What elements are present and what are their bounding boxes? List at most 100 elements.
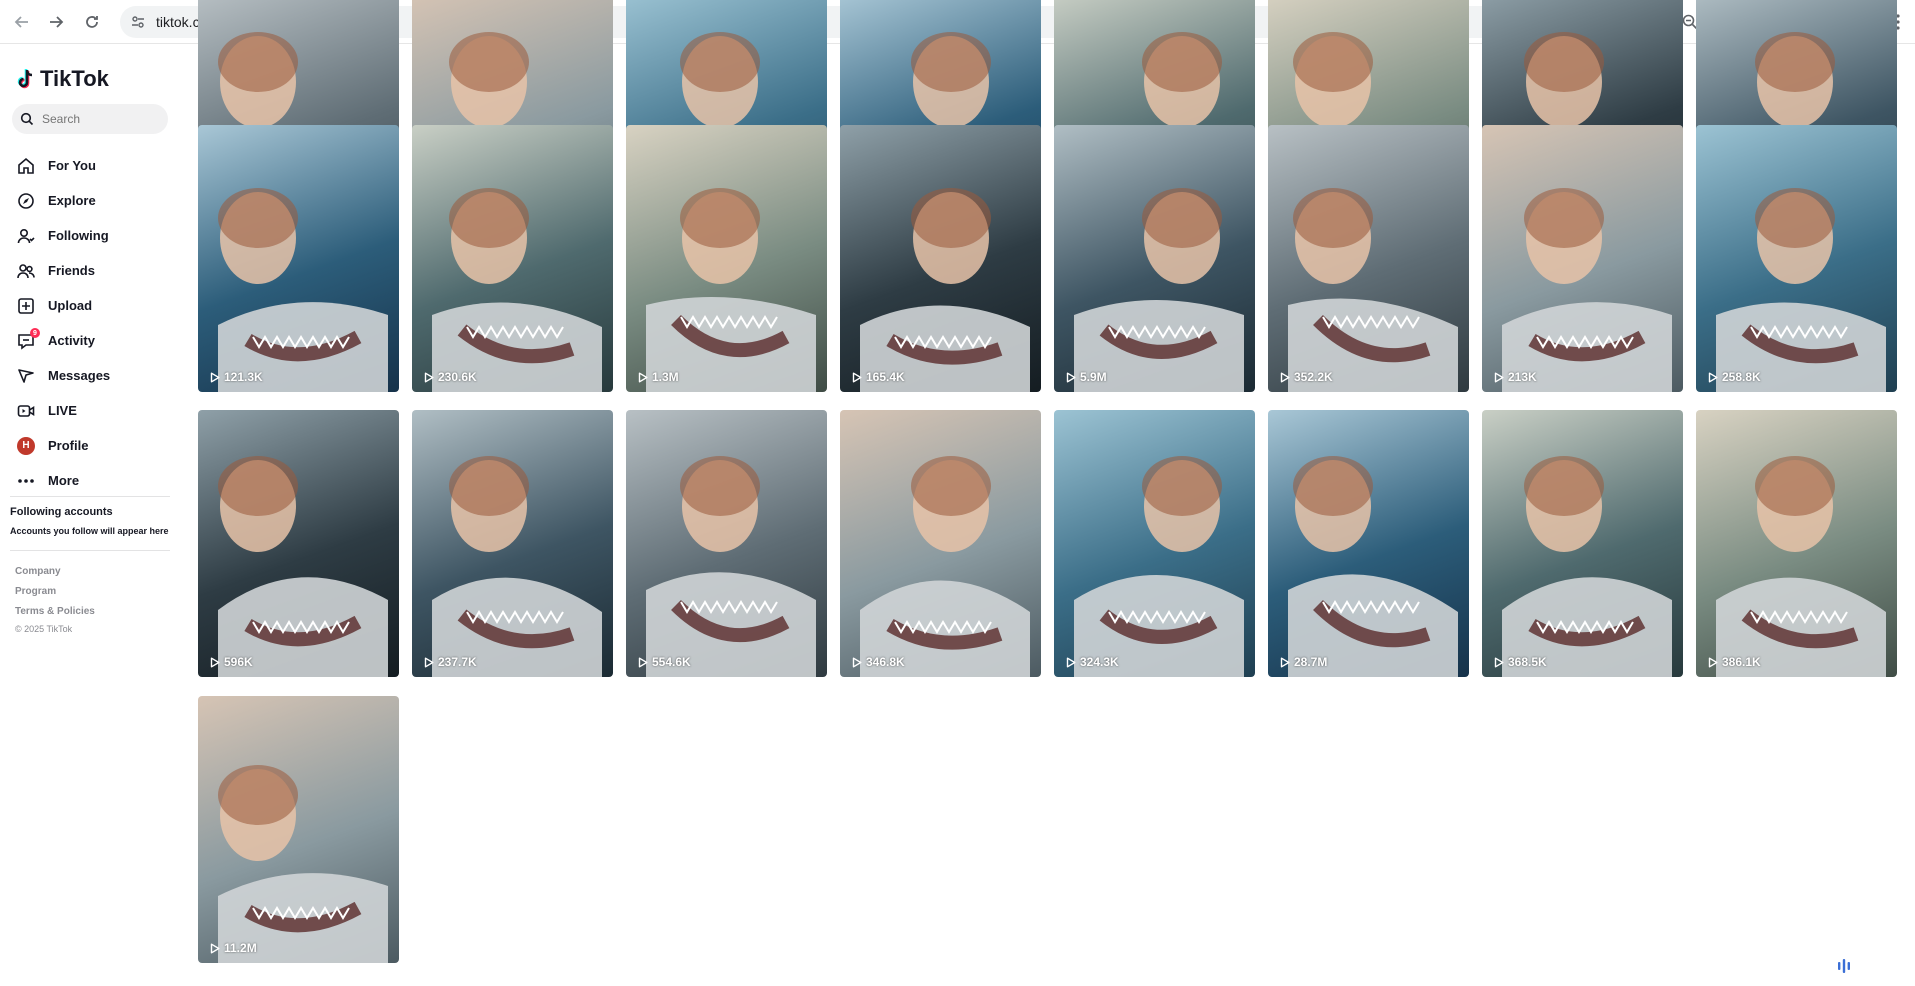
- play-icon: [1494, 657, 1504, 667]
- play-icon: [424, 372, 434, 382]
- view-count-value: 213K: [1508, 370, 1537, 384]
- play-icon: [638, 372, 648, 382]
- view-count: 237.7K: [424, 655, 477, 669]
- view-count-value: 352.2K: [1294, 370, 1333, 384]
- view-count: 230.6K: [424, 370, 477, 384]
- sidebar-item-following[interactable]: Following: [0, 218, 180, 253]
- accessibility-icon[interactable]: [1832, 954, 1856, 978]
- video-card[interactable]: 230.6K: [412, 125, 613, 392]
- sidebar-item-label: Upload: [48, 298, 93, 313]
- video-card[interactable]: 352.2K: [1268, 125, 1469, 392]
- search-icon: [20, 112, 34, 126]
- play-icon: [852, 372, 862, 382]
- sidebar-item-label: Activity: [48, 333, 95, 348]
- video-card[interactable]: 346.8K: [840, 410, 1041, 677]
- reload-button[interactable]: [78, 8, 106, 36]
- play-icon: [1494, 372, 1504, 382]
- friends-icon: [16, 261, 36, 281]
- video-card[interactable]: 237.7K: [412, 410, 613, 677]
- sidebar-item-label: LIVE: [48, 403, 77, 418]
- video-card[interactable]: 5.9M: [1054, 125, 1255, 392]
- compass-icon: [16, 191, 36, 211]
- view-count-value: 230.6K: [438, 370, 477, 384]
- back-button[interactable]: [8, 8, 36, 36]
- sidebar-item-upload[interactable]: Upload: [0, 288, 180, 323]
- video-card[interactable]: 324.3K: [1054, 410, 1255, 677]
- video-card[interactable]: 1.3M: [626, 125, 827, 392]
- video-thumbnail: [840, 410, 1041, 677]
- play-icon: [210, 943, 220, 953]
- play-icon: [638, 657, 648, 667]
- play-icon: [852, 657, 862, 667]
- video-thumbnail: [1482, 410, 1683, 677]
- sidebar-item-label: Friends: [48, 263, 95, 278]
- sidebar-item-more[interactable]: More: [0, 463, 180, 498]
- copyright: © 2025 TikTok: [15, 624, 73, 634]
- view-count: 28.7M: [1280, 655, 1327, 669]
- view-count-value: 165.4K: [866, 370, 905, 384]
- video-thumbnail: [1696, 125, 1897, 392]
- video-thumbnail: [198, 125, 399, 392]
- play-icon: [1280, 657, 1290, 667]
- video-card[interactable]: 213K: [1482, 125, 1683, 392]
- video-card[interactable]: 386.1K: [1696, 410, 1897, 677]
- tiktok-logo[interactable]: TikTok: [16, 66, 109, 92]
- footer-link-terms[interactable]: Terms & Policies: [15, 606, 95, 617]
- sidebar-item-label: For You: [48, 158, 96, 173]
- video-card[interactable]: 11.2M: [198, 696, 399, 963]
- video-card[interactable]: 554.6K: [626, 410, 827, 677]
- play-icon: [1280, 372, 1290, 382]
- sidebar-item-profile[interactable]: H Profile: [0, 428, 180, 463]
- sidebar-item-label: Messages: [48, 368, 111, 383]
- sidebar-item-activity[interactable]: 9 Activity: [0, 323, 180, 358]
- live-icon: [16, 401, 36, 421]
- sidebar-item-explore[interactable]: Explore: [0, 183, 180, 218]
- sidebar-item-friends[interactable]: Friends: [0, 253, 180, 288]
- view-count: 258.8K: [1708, 370, 1761, 384]
- view-count-value: 1.3M: [652, 370, 679, 384]
- video-card[interactable]: 368.5K: [1482, 410, 1683, 677]
- search-input[interactable]: [42, 112, 152, 126]
- view-count-value: 28.7M: [1294, 655, 1328, 669]
- sidebar-item-label: Profile: [48, 438, 89, 453]
- video-card[interactable]: 258.8K: [1696, 125, 1897, 392]
- home-icon: [16, 156, 36, 176]
- divider: [10, 550, 170, 551]
- view-count-value: 121.3K: [224, 370, 263, 384]
- back-arrow-icon: [14, 16, 28, 28]
- following-accounts-desc: Accounts you follow will appear here: [10, 526, 169, 536]
- sidebar-item-messages[interactable]: Messages: [0, 358, 180, 393]
- view-count-value: 258.8K: [1722, 370, 1761, 384]
- view-count: 11.2M: [210, 941, 257, 955]
- video-card[interactable]: 121.3K: [198, 125, 399, 392]
- sidebar-item-label: Following: [48, 228, 109, 243]
- view-count-value: 324.3K: [1080, 655, 1119, 669]
- site-settings-icon[interactable]: [130, 14, 146, 30]
- play-icon: [1708, 372, 1718, 382]
- footer-link-company[interactable]: Company: [15, 566, 61, 577]
- sidebar-item-live[interactable]: LIVE: [0, 393, 180, 428]
- video-card[interactable]: 165.4K: [840, 125, 1041, 392]
- video-thumbnail: [198, 410, 399, 677]
- profile-avatar-wrap: H: [16, 436, 36, 456]
- view-count: 386.1K: [1708, 655, 1761, 669]
- logo-text: TikTok: [40, 66, 109, 91]
- video-card[interactable]: 28.7M: [1268, 410, 1469, 677]
- more-icon: [16, 471, 36, 491]
- play-icon: [1066, 657, 1076, 667]
- following-accounts-title: Following accounts: [10, 506, 113, 518]
- upload-icon: [16, 296, 36, 316]
- footer-link-program[interactable]: Program: [15, 586, 56, 597]
- video-thumbnail: [412, 125, 613, 392]
- view-count: 368.5K: [1494, 655, 1547, 669]
- video-card[interactable]: 596K: [198, 410, 399, 677]
- view-count: 165.4K: [852, 370, 905, 384]
- view-count: 554.6K: [638, 655, 691, 669]
- video-thumbnail: [412, 410, 613, 677]
- forward-button[interactable]: [42, 8, 70, 36]
- view-count: 352.2K: [1280, 370, 1333, 384]
- sidebar-item-label: Explore: [48, 193, 96, 208]
- sidebar-item-for-you[interactable]: For You: [0, 148, 180, 183]
- search-box[interactable]: [12, 104, 168, 134]
- view-count: 1.3M: [638, 370, 679, 384]
